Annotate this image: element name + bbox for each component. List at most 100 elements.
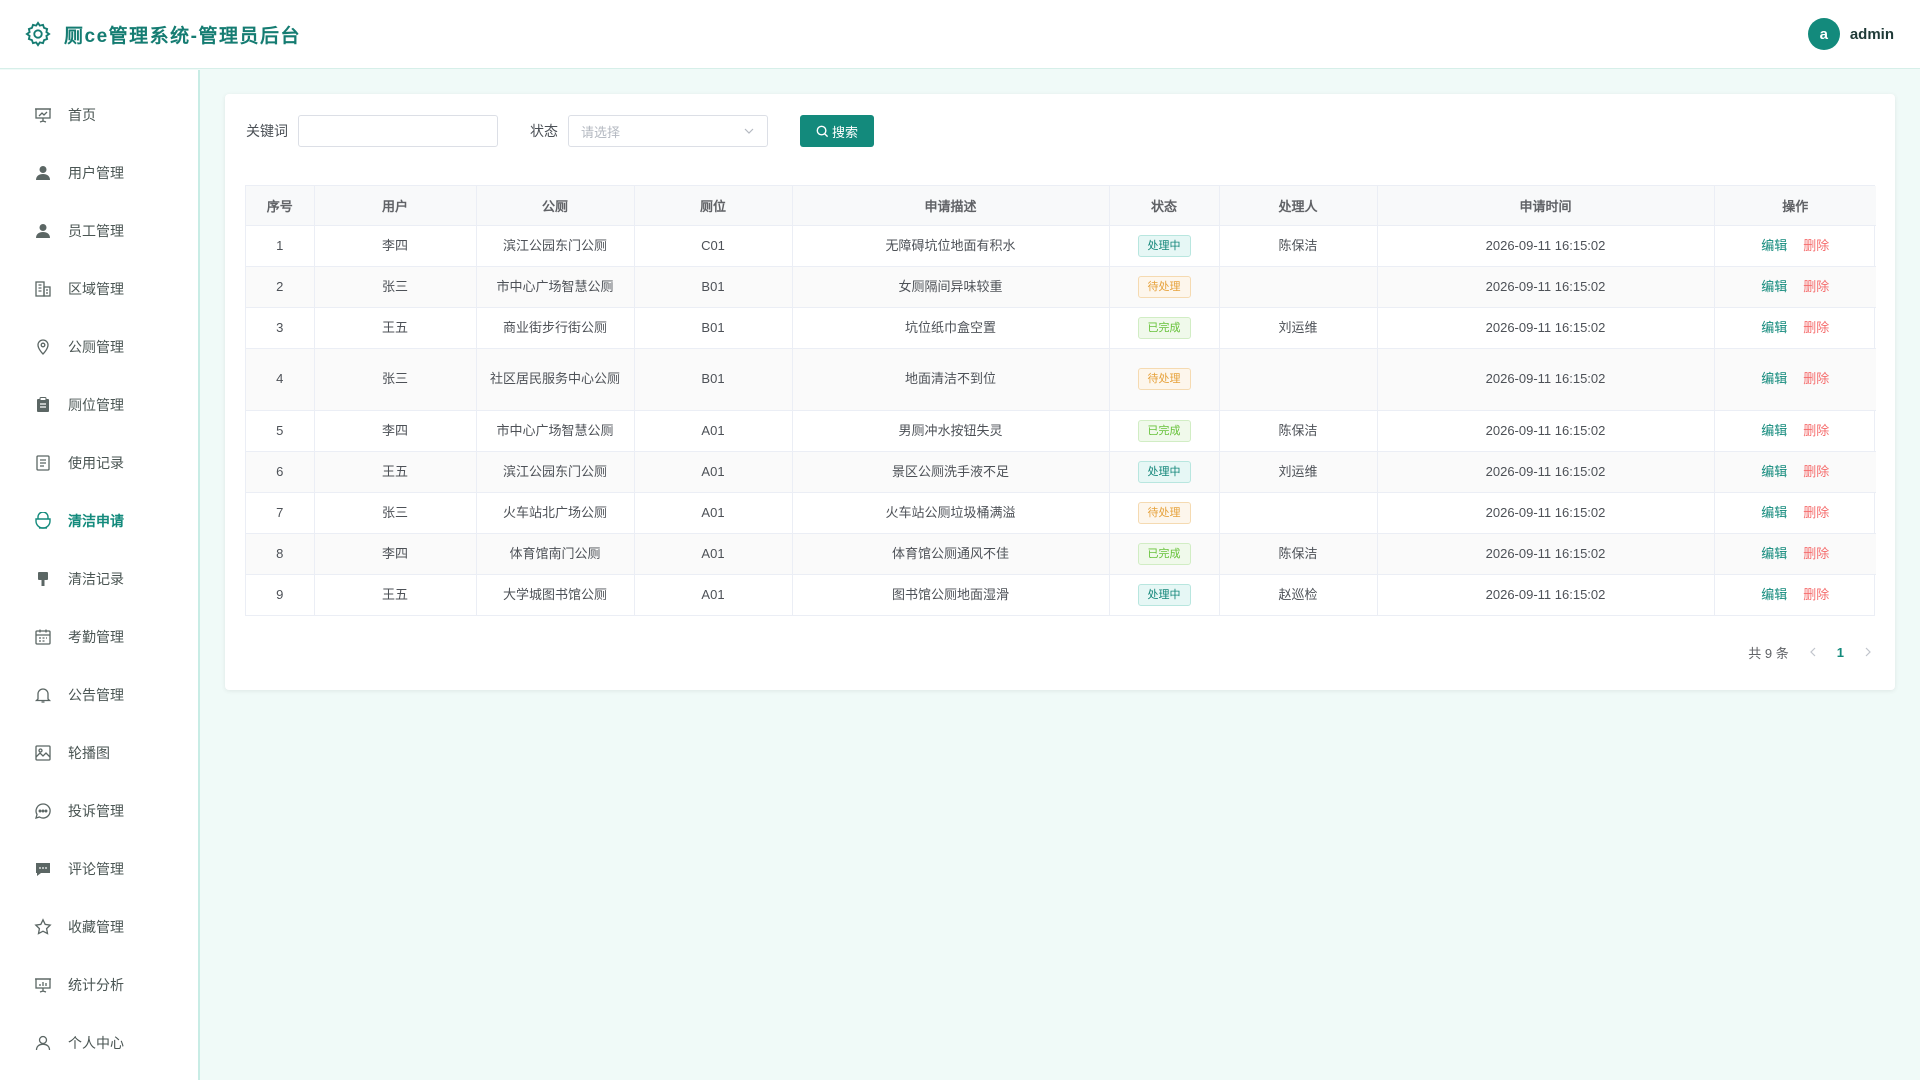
sidebar-item-statistics[interactable]: 统计分析 [0,956,198,1014]
cell-description: 坑位纸巾盒空置 [792,307,1110,349]
cell-status: 待处理 [1109,492,1220,534]
sidebar-item-label: 清洁申请 [68,513,124,529]
sidebar-item-announcements[interactable]: 公告管理 [0,666,198,724]
edit-button[interactable]: 编辑 [1761,505,1787,520]
col-header-toilet: 公厕 [476,186,635,226]
cell-status: 处理中 [1109,225,1220,267]
col-header-status: 状态 [1109,186,1220,226]
delete-button[interactable]: 删除 [1803,587,1829,602]
cell-actions: 编辑 删除 [1714,348,1876,411]
sidebar-item-stalls[interactable]: 厕位管理 [0,376,198,434]
cell-status: 已完成 [1109,410,1220,452]
sidebar-item-profile[interactable]: 个人中心 [0,1014,198,1072]
edit-button[interactable]: 编辑 [1761,423,1787,438]
cell-no: 1 [246,225,315,267]
cell-status: 待处理 [1109,348,1220,411]
status-badge: 已完成 [1137,419,1191,442]
sidebar-item-staff[interactable]: 员工管理 [0,202,198,260]
document-icon [34,454,52,472]
user-filled-icon [34,222,52,240]
sidebar-item-home[interactable]: 首页 [0,86,198,144]
edit-button[interactable]: 编辑 [1761,371,1787,386]
sidebar-item-label: 投诉管理 [68,803,124,819]
col-header-handler: 处理人 [1219,186,1378,226]
delete-button[interactable]: 删除 [1803,423,1829,438]
sidebar-item-users[interactable]: 用户管理 [0,144,198,202]
status-select[interactable]: 请选择 [568,115,768,147]
table-row: 9 王五 大学城图书馆公厕 A01 图书馆公厕地面湿滑 处理中 赵巡检 2026… [246,574,1876,615]
edit-button[interactable]: 编辑 [1761,546,1787,561]
cell-description: 火车站公厕垃圾桶满溢 [792,492,1110,534]
sidebar-item-cleaning-records[interactable]: 清洁记录 [0,550,198,608]
table-row: 1 李四 滨江公园东门公厕 C01 无障碍坑位地面有积水 处理中 陈保洁 202… [246,225,1876,267]
username[interactable]: admin [1850,26,1894,43]
cell-user: 张三 [314,492,477,534]
sidebar-item-toilets[interactable]: 公厕管理 [0,318,198,376]
data-board-icon [34,976,52,994]
bell-icon [34,686,52,704]
delete-button[interactable]: 删除 [1803,464,1829,479]
sidebar-item-label: 个人中心 [68,1035,124,1051]
col-header-stall: 厕位 [634,186,793,226]
sidebar-item-usage-records[interactable]: 使用记录 [0,434,198,492]
status-label: 状态 [530,123,558,139]
chevron-right-icon[interactable] [1862,646,1874,658]
cell-actions: 编辑 删除 [1714,307,1876,349]
cell-no: 2 [246,266,315,308]
sidebar-item-attendance[interactable]: 考勤管理 [0,608,198,666]
avatar[interactable]: a [1807,18,1840,50]
cell-actions: 编辑 删除 [1714,492,1876,534]
edit-button[interactable]: 编辑 [1761,320,1787,335]
delete-button[interactable]: 删除 [1803,505,1829,520]
sidebar-item-cleaning-requests[interactable]: 清洁申请 [0,492,198,550]
cell-time: 2026-09-11 16:15:02 [1377,410,1715,452]
cell-actions: 编辑 删除 [1714,451,1876,493]
clipboard-icon [34,396,52,414]
cell-description: 景区公厕洗手液不足 [792,451,1110,493]
gear-icon [24,20,52,48]
sidebar-item-areas[interactable]: 区域管理 [0,260,198,318]
pagination-page[interactable]: 1 [1837,645,1844,660]
cell-no: 9 [246,574,315,615]
sidebar-item-favorites[interactable]: 收藏管理 [0,898,198,956]
sidebar-item-label: 区域管理 [68,281,124,297]
search-button-label: 搜索 [831,124,858,140]
cell-time: 2026-09-11 16:15:02 [1377,266,1715,308]
sidebar-item-label: 考勤管理 [68,629,124,645]
sidebar-item-complaints[interactable]: 投诉管理 [0,782,198,840]
sidebar-item-carousel[interactable]: 轮播图 [0,724,198,782]
col-header-no: 序号 [246,186,315,226]
delete-button[interactable]: 删除 [1803,546,1829,561]
delete-button[interactable]: 删除 [1803,238,1829,253]
cell-time: 2026-09-11 16:15:02 [1377,225,1715,267]
sidebar-item-comments[interactable]: 评论管理 [0,840,198,898]
keyword-input[interactable] [298,115,498,147]
edit-button[interactable]: 编辑 [1761,587,1787,602]
search-button[interactable]: 搜索 [800,115,874,147]
content-card: 关键词 状态 请选择 搜索 序号 用户 公厕 厕位 申请描述 状态 处理人 申请… [225,94,1895,690]
office-building-icon [34,280,52,298]
edit-button[interactable]: 编辑 [1761,279,1787,294]
cell-stall: A01 [634,492,793,534]
cell-actions: 编辑 删除 [1714,225,1876,267]
cell-time: 2026-09-11 16:15:02 [1377,492,1715,534]
cell-no: 3 [246,307,315,349]
user-menu[interactable]: a admin [1807,18,1894,50]
cell-status: 已完成 [1109,307,1220,349]
edit-button[interactable]: 编辑 [1761,464,1787,479]
chevron-left-icon[interactable] [1807,646,1819,658]
status-badge: 待处理 [1137,368,1191,390]
delete-button[interactable]: 删除 [1803,320,1829,335]
cell-toilet: 社区居民服务中心公厕 [476,348,635,411]
cell-user: 张三 [314,348,477,411]
cell-handler: 刘运维 [1219,451,1378,493]
table-row: 3 王五 商业街步行街公厕 B01 坑位纸巾盒空置 已完成 刘运维 2026-0… [246,307,1876,349]
sidebar-item-label: 轮播图 [68,745,110,761]
cell-description: 体育馆公厕通风不佳 [792,533,1110,575]
delete-button[interactable]: 删除 [1803,371,1829,386]
cell-time: 2026-09-11 16:15:02 [1377,533,1715,575]
edit-button[interactable]: 编辑 [1761,238,1787,253]
status-badge: 已完成 [1137,542,1191,565]
cell-user: 王五 [314,307,477,349]
delete-button[interactable]: 删除 [1803,279,1829,294]
